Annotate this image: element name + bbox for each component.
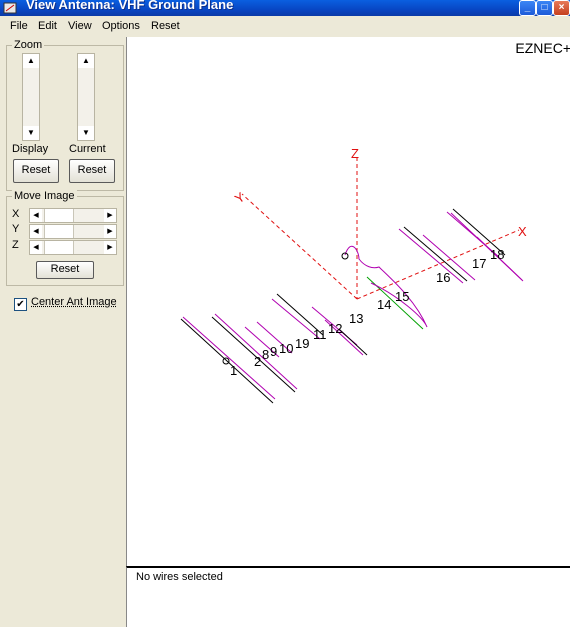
minimize-button[interactable]: _ <box>519 0 536 16</box>
display-zoom-scrollbar[interactable]: ▲ ▼ <box>22 53 40 141</box>
wire-label: 17 <box>472 256 486 271</box>
scroll-left-icon[interactable]: ◀ <box>30 225 42 238</box>
scroll-up-icon[interactable]: ▲ <box>23 54 39 68</box>
wire-label: 18 <box>490 247 504 262</box>
wire-label: 12 <box>328 321 342 336</box>
scroll-left-icon[interactable]: ◀ <box>30 241 42 254</box>
menu-options[interactable]: Options <box>102 20 140 32</box>
wire-label: 10 <box>279 341 293 356</box>
menu-bar: File Edit View Options Reset <box>0 16 570 38</box>
checkmark-icon: ✔ <box>16 299 25 310</box>
scroll-down-icon[interactable]: ▼ <box>78 126 94 140</box>
display-label: Display <box>12 143 49 155</box>
wire-labels: 1 2 8 9 10 19 11 12 13 14 15 16 17 18 <box>230 247 504 378</box>
scroll-thumb[interactable] <box>44 225 74 238</box>
scroll-right-icon[interactable]: ▶ <box>104 209 116 222</box>
x-axis-label: X <box>518 224 527 239</box>
zoom-group-label: Zoom <box>12 39 45 51</box>
display-zoom-reset-button[interactable]: Reset <box>13 159 59 183</box>
zoom-group: Zoom ▲ ▼ ▲ ▼ Display Current Reset Reset <box>6 39 124 191</box>
center-ant-image-label[interactable]: Center Ant Image <box>31 296 117 308</box>
wire-label: 13 <box>349 311 363 326</box>
axis-x-label: X <box>12 208 20 220</box>
scroll-right-icon[interactable]: ▶ <box>104 225 116 238</box>
wire-label: 11 <box>313 327 327 342</box>
wire-label: 1 <box>230 363 237 378</box>
wire-label: 9 <box>270 344 277 359</box>
maximize-icon: □ <box>541 2 548 13</box>
source-marker <box>222 357 230 365</box>
scroll-thumb[interactable] <box>44 209 74 222</box>
center-ant-image-checkbox[interactable]: ✔ <box>14 298 27 311</box>
wire-label: 8 <box>262 347 269 362</box>
app-icon <box>3 2 17 14</box>
menu-reset[interactable]: Reset <box>151 20 180 32</box>
scroll-right-icon[interactable]: ▶ <box>104 241 116 254</box>
move-image-group-label: Move Image <box>12 190 77 202</box>
current-zoom-scrollbar[interactable]: ▲ ▼ <box>77 53 95 141</box>
control-panel: Zoom ▲ ▼ ▲ ▼ Display Current Reset Reset… <box>0 37 126 625</box>
y-axis <box>241 193 358 300</box>
scroll-up-icon[interactable]: ▲ <box>78 54 94 68</box>
current-label: Current <box>69 143 106 155</box>
move-y-scrollbar[interactable]: ◀ ▶ <box>29 224 117 239</box>
status-text: No wires selected <box>136 571 223 583</box>
antenna-plot: Z Y X 1 2 8 9 10 19 11 12 13 14 15 16 17… <box>180 146 527 404</box>
wire-label: 14 <box>377 297 391 312</box>
move-image-reset-button[interactable]: Reset <box>36 261 94 279</box>
z-axis-label: Z <box>351 146 359 161</box>
antenna-view-canvas[interactable]: EZNEC+ Z Y X 1 2 8 9 10 19 11 12 13 14 1… <box>126 37 570 566</box>
axis-y-label: Y <box>12 223 20 235</box>
wire-label: 19 <box>295 336 309 351</box>
close-button[interactable]: × <box>553 0 570 16</box>
menu-file[interactable]: File <box>10 20 28 32</box>
wire-label: 15 <box>395 289 409 304</box>
move-image-group: Move Image X Y Z ◀ ▶ ◀ ▶ ◀ ▶ Reset <box>6 190 124 286</box>
wire-label: 2 <box>254 354 261 369</box>
minimize-icon: _ <box>524 2 531 13</box>
close-icon: × <box>558 2 565 13</box>
status-panel: No wires selected <box>126 566 570 627</box>
wire-label: 16 <box>436 270 450 285</box>
scroll-down-icon[interactable]: ▼ <box>23 126 39 140</box>
maximize-button[interactable]: □ <box>536 0 553 16</box>
scroll-thumb[interactable] <box>44 241 74 254</box>
window-title: View Antenna: VHF Ground Plane <box>26 0 234 12</box>
current-trace <box>450 212 524 282</box>
current-zoom-reset-button[interactable]: Reset <box>69 159 115 183</box>
move-z-scrollbar[interactable]: ◀ ▶ <box>29 240 117 255</box>
title-bar: View Antenna: VHF Ground Plane _ □ × <box>0 0 570 16</box>
coordinate-axes <box>241 157 520 300</box>
current-trace <box>398 228 464 284</box>
move-x-scrollbar[interactable]: ◀ ▶ <box>29 208 117 223</box>
menu-edit[interactable]: Edit <box>38 20 57 32</box>
wire <box>338 328 368 356</box>
axis-z-label: Z <box>12 239 19 251</box>
menu-view[interactable]: View <box>68 20 92 32</box>
scroll-left-icon[interactable]: ◀ <box>30 209 42 222</box>
